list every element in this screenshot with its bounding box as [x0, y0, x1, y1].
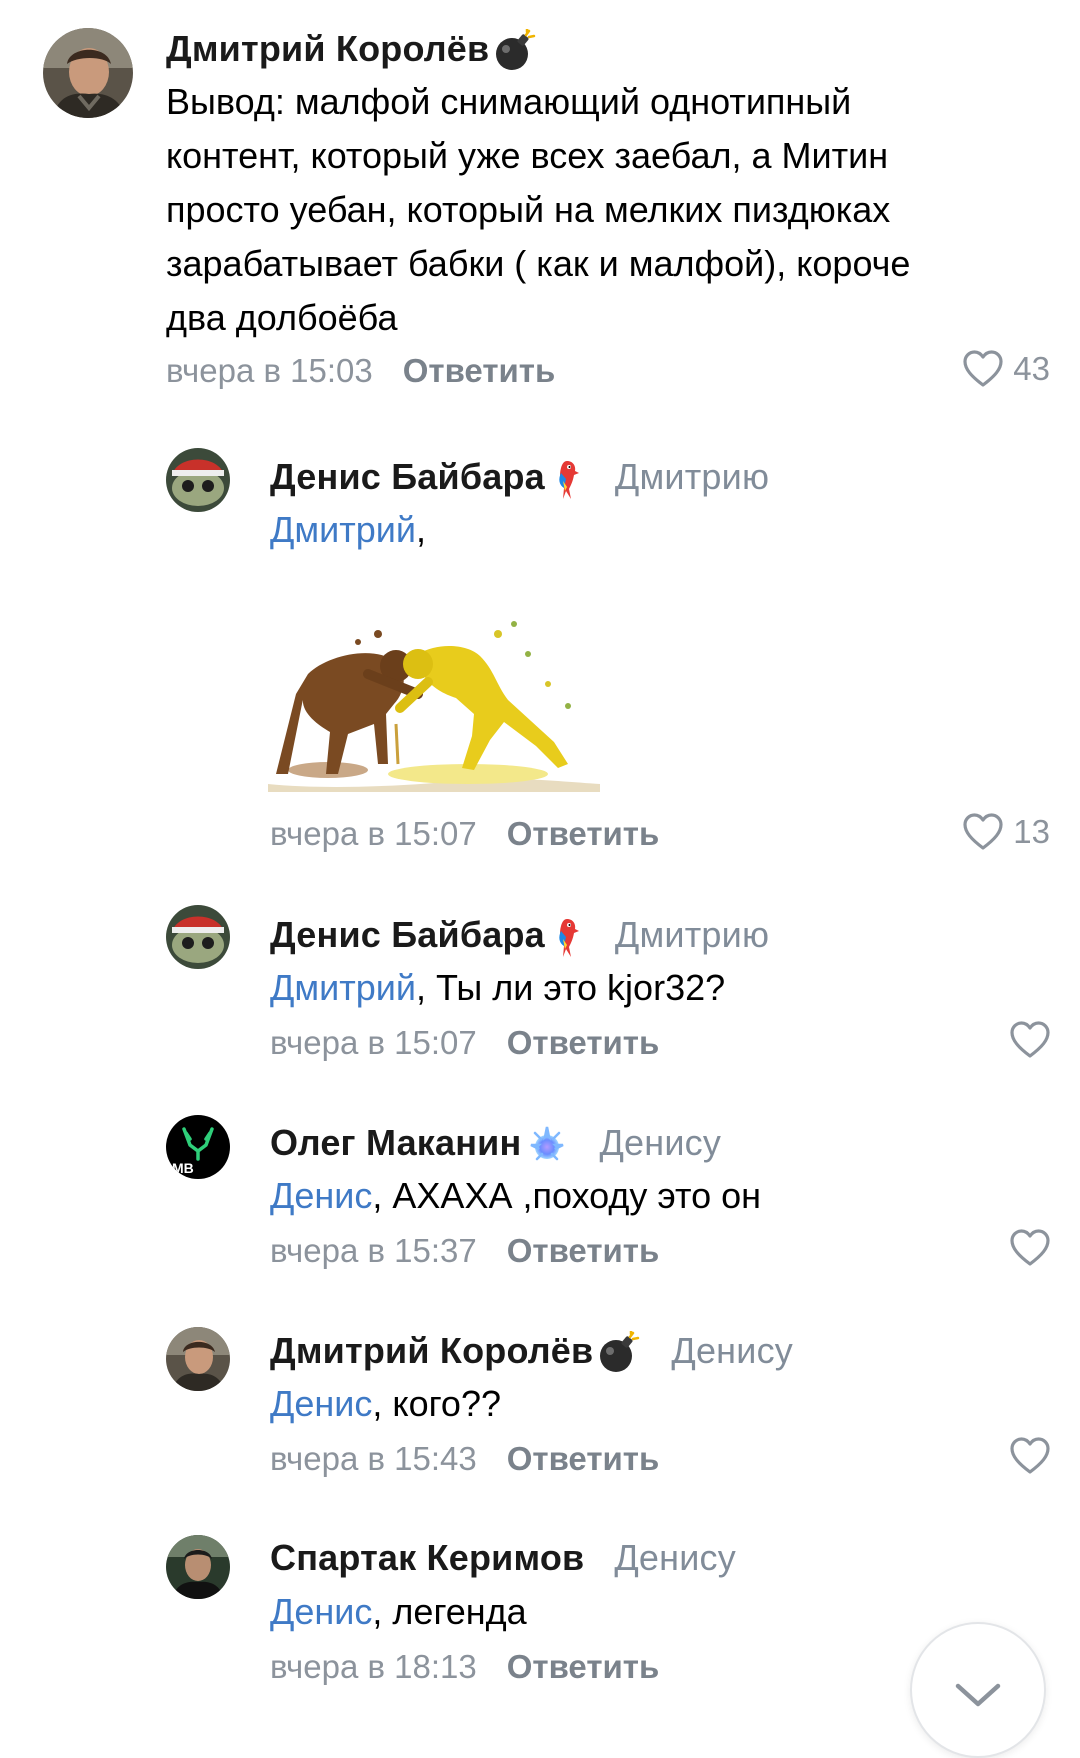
comment-meta: вчера в 18:13 Ответить [270, 1648, 659, 1686]
bomb-icon [493, 29, 537, 73]
comment-line: контент, который уже всех заебал, а Мити… [166, 135, 889, 176]
svg-text:MB: MB [172, 1160, 194, 1176]
comment-line: Вывод: малфой снимающий однотипный [166, 81, 852, 122]
reply-button[interactable]: Ответить [507, 1440, 660, 1477]
comment-text: Денис, легенда [270, 1585, 527, 1639]
reply-to[interactable]: Дмитрию [615, 456, 769, 497]
mention-link[interactable]: Денис [270, 1175, 372, 1216]
timestamp: вчера в 15:37 [270, 1232, 477, 1269]
author-name-text[interactable]: Дмитрий Королёв [166, 28, 489, 69]
reply-button[interactable]: Ответить [507, 1232, 660, 1269]
avatar[interactable] [166, 1327, 230, 1391]
heart-outline-icon [1010, 1021, 1050, 1059]
comment-text: Дмитрий, [270, 503, 426, 557]
sparkle-icon [525, 1123, 569, 1167]
comment-meta: вчера в 15:07 Ответить [270, 815, 659, 853]
timestamp: вчера в 15:07 [270, 1024, 477, 1061]
author-name-text[interactable]: Олег Маканин [270, 1122, 521, 1163]
reply-to[interactable]: Денису [614, 1537, 736, 1578]
mention-link[interactable]: Дмитрий [270, 967, 416, 1008]
sticker-image[interactable] [268, 614, 600, 792]
timestamp: вчера в 18:13 [270, 1648, 477, 1685]
parrot-icon [549, 457, 585, 501]
comment-line: два долбоёба [166, 297, 398, 338]
heart-outline-icon [1010, 1229, 1050, 1267]
like-button[interactable] [1010, 1021, 1050, 1059]
like-count: 43 [1013, 350, 1050, 387]
author-name-text[interactable]: Дмитрий Королёв [270, 1330, 593, 1371]
like-count: 13 [1013, 813, 1050, 850]
reply-button[interactable]: Ответить [507, 815, 660, 852]
comment-meta: вчера в 15:03 Ответить [166, 352, 555, 390]
timestamp: вчера в 15:03 [166, 352, 373, 389]
like-button[interactable]: 13 [963, 813, 1050, 851]
comment-meta: вчера в 15:43 Ответить [270, 1440, 659, 1478]
author-name-text[interactable]: Денис Байбара [270, 914, 545, 955]
reply-to[interactable]: Денису [671, 1330, 793, 1371]
reply-button[interactable]: Ответить [507, 1648, 660, 1685]
bomb-icon [597, 1331, 641, 1375]
author-name[interactable]: Денис Байбара Дмитрию [270, 456, 769, 501]
avatar[interactable] [166, 905, 230, 969]
comment-body: , [415, 509, 426, 550]
comment-text: Денис, АХАХА ,походу это он [270, 1169, 761, 1223]
comment-meta: вчера в 15:37 Ответить [270, 1232, 659, 1270]
author-name[interactable]: Денис Байбара Дмитрию [270, 914, 769, 959]
mention-link[interactable]: Денис [270, 1383, 372, 1424]
comment-text: Дмитрий, Ты ли это kjor32? [270, 961, 725, 1015]
chevron-down-icon [955, 1683, 1001, 1707]
author-name[interactable]: Олег Маканин Денису [270, 1122, 721, 1167]
reply-to[interactable]: Дмитрию [615, 914, 769, 955]
reply-button[interactable]: Ответить [403, 352, 556, 389]
mention-link[interactable]: Денис [270, 1591, 372, 1632]
author-name[interactable]: Дмитрий Королёв Денису [270, 1330, 793, 1375]
avatar[interactable] [166, 448, 230, 512]
like-button[interactable] [1010, 1229, 1050, 1267]
comment-body: , кого?? [372, 1383, 501, 1424]
comment-body: , легенда [372, 1591, 527, 1632]
author-name[interactable]: Спартак Керимов Денису [270, 1537, 736, 1579]
comment-meta: вчера в 15:07 Ответить [270, 1024, 659, 1062]
timestamp: вчера в 15:07 [270, 815, 477, 852]
heart-outline-icon [963, 813, 1003, 851]
timestamp: вчера в 15:43 [270, 1440, 477, 1477]
author-name-text[interactable]: Денис Байбара [270, 456, 545, 497]
comment-line: зарабатывает бабки ( как и малфой), коро… [166, 243, 911, 284]
scroll-down-button[interactable] [910, 1622, 1046, 1758]
avatar[interactable] [43, 28, 133, 118]
author-name-text[interactable]: Спартак Керимов [270, 1537, 584, 1578]
parrot-icon [549, 915, 585, 959]
author-name[interactable]: Дмитрий Королёв [166, 28, 537, 73]
comment-body: , Ты ли это kjor32? [415, 967, 726, 1008]
heart-outline-icon [963, 350, 1003, 388]
comment-line: просто уебан, который на мелких пиздюках [166, 189, 891, 230]
avatar[interactable] [166, 1535, 230, 1599]
comment-text: Вывод: малфой снимающий однотипный конте… [166, 75, 1046, 345]
comment-body: , АХАХА ,походу это он [372, 1175, 762, 1216]
mention-link[interactable]: Дмитрий [270, 509, 416, 550]
avatar[interactable]: MB [166, 1115, 230, 1179]
reply-to[interactable]: Денису [599, 1122, 721, 1163]
like-button[interactable]: 43 [963, 350, 1050, 388]
comment-text: Денис, кого?? [270, 1377, 501, 1431]
reply-button[interactable]: Ответить [507, 1024, 660, 1061]
like-button[interactable] [1010, 1437, 1050, 1475]
heart-outline-icon [1010, 1437, 1050, 1475]
